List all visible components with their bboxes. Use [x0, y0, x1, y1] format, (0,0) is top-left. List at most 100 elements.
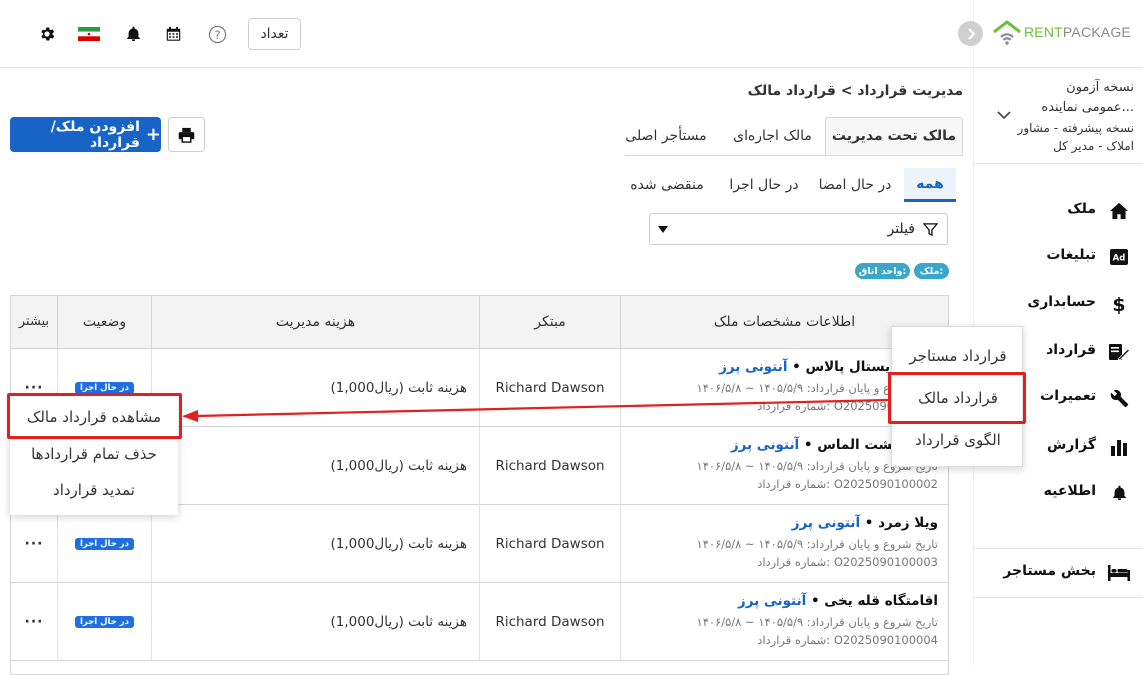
add-property-contract-button[interactable]: + افزودن ملک/قرارداد: [10, 117, 161, 152]
bell-icon[interactable]: [123, 24, 143, 44]
chevron-down-icon[interactable]: [997, 110, 1011, 120]
menu-item-view-owner-contract[interactable]: مشاهده قرارداد مالک: [10, 399, 178, 435]
contract-number-value: O2025090100002: [833, 477, 938, 491]
sidebar-item-label: تعمیرات: [1040, 388, 1096, 404]
top-bar: ? تعداد: [0, 0, 973, 68]
column-header-more: بیشتر: [11, 296, 58, 349]
account-line-2: عمومی نماینده...: [1041, 100, 1134, 115]
status-tab-all[interactable]: همه: [904, 168, 956, 202]
status-cell: در حال اجرا: [58, 583, 152, 661]
contract-dates: تاریخ شروع و پایان قرارداد: ۱۴۰۵/۵/۹ ~ ۱…: [697, 537, 938, 551]
property-info-cell: اقامتگاه قله یخی • آنتونی پرز تاریخ شروع …: [621, 583, 948, 661]
separator-dot: •: [806, 593, 825, 609]
account-line-3: نسخه پیشرفته - مشاور: [1017, 121, 1134, 135]
contract-number: شماره قرارداد: O2025090100004: [757, 633, 938, 647]
separator-dot: •: [860, 515, 879, 531]
sidebar-item-property[interactable]: ملک: [974, 191, 1143, 231]
gear-icon[interactable]: [37, 24, 57, 44]
print-icon: [178, 127, 195, 143]
sidebar-item-label: تبلیغات: [1046, 247, 1096, 263]
menu-item-owner-contract[interactable]: قرارداد مالک: [892, 379, 1024, 417]
bed-icon: [1108, 562, 1130, 584]
account-line-4: املاک - مدیر کل: [1053, 139, 1134, 153]
account-switcher[interactable]: نسخه آزمون عمومی نماینده... نسخه پیشرفته…: [974, 68, 1143, 164]
sidebar-item-accounting[interactable]: حسابداری $: [974, 284, 1143, 324]
menu-item-extend-contract[interactable]: تمدید قرارداد: [10, 472, 178, 508]
caret-down-icon: [658, 226, 668, 233]
property-title[interactable]: ویلا زمرد • آنتونی پرز: [792, 515, 938, 531]
plus-icon: +: [145, 123, 161, 145]
sidebar-item-label: اطلاعیه: [1043, 483, 1096, 499]
fee-cell: هزینه ثابت (ریال1,000): [152, 427, 480, 505]
fee-cell: هزینه ثابت (ریال1,000): [152, 583, 480, 661]
more-actions-button[interactable]: ···: [25, 614, 44, 630]
initiator-cell: Richard Dawson: [480, 505, 621, 583]
calendar-icon[interactable]: [163, 24, 183, 44]
more-cell: ···: [11, 583, 58, 661]
property-name[interactable]: اقامتگاه قله یخی: [824, 593, 938, 609]
print-button[interactable]: [168, 117, 205, 152]
ad-icon: Ad: [1108, 246, 1130, 268]
separator-dot: •: [787, 359, 806, 375]
contract-number-label: شماره قرارداد:: [757, 477, 831, 491]
svg-text:Ad: Ad: [1113, 254, 1126, 264]
column-header-fee: هزینه مدیریت: [152, 296, 480, 349]
tab-rental-owner[interactable]: مالک اجاره‌ای: [725, 117, 820, 155]
menu-item-delete-all-contracts[interactable]: حذف تمام قراردادها: [10, 436, 178, 472]
property-name[interactable]: ویلا زمرد: [878, 515, 938, 531]
menu-item-tenant-contract[interactable]: قرارداد مستاجر: [892, 337, 1024, 375]
chart-icon: [1108, 436, 1130, 458]
filter-select[interactable]: فیلتر: [649, 213, 948, 245]
more-actions-button[interactable]: ···: [25, 536, 44, 552]
sidebar-item-ads[interactable]: تبلیغات Ad: [974, 237, 1143, 277]
sidebar-item-label: ملک: [1067, 201, 1096, 217]
property-location-link[interactable]: آنتونی پرز: [719, 359, 787, 375]
property-info-cell: ویلا زمرد • آنتونی پرز تاریخ شروع و پایان…: [621, 505, 948, 583]
breadcrumb: مدیریت قرارداد > قرارداد مالک: [747, 83, 963, 99]
sidebar-item-tenant-section[interactable]: بخش مستاجر: [974, 548, 1143, 598]
more-actions-button[interactable]: ···: [25, 380, 44, 396]
contract-number-label: شماره قرارداد:: [757, 399, 831, 413]
property-chip[interactable]: ملک:: [914, 263, 949, 279]
contract-icon: [1108, 341, 1130, 363]
tab-main-tenant[interactable]: مستأجر اصلی: [615, 117, 717, 155]
collapse-sidebar-button[interactable]: [958, 21, 983, 46]
status-tab-running[interactable]: در حال اجرا: [722, 168, 806, 202]
initiator-cell: Richard Dawson: [480, 427, 621, 505]
svg-text:?: ?: [214, 27, 220, 41]
logo: RENTPACKAGE: [958, 0, 1143, 68]
status-badge: در حال اجرا: [74, 382, 135, 394]
status-tab-expired[interactable]: منقضی شده: [622, 168, 712, 202]
fee-value: هزینه ثابت (ریال1,000): [330, 380, 467, 396]
room-unit-chip[interactable]: واحد اتاق:: [855, 263, 910, 279]
iran-flag-icon[interactable]: [78, 24, 100, 44]
help-icon[interactable]: ?: [207, 24, 227, 44]
contract-dates-value: ۱۴۰۵/۵/۹ ~ ۱۴۰۶/۵/۸: [696, 459, 804, 473]
logo-text: RENTPACKAGE: [1024, 24, 1131, 40]
initiator-cell: Richard Dawson: [480, 349, 621, 427]
property-location-link[interactable]: آنتونی پرز: [738, 593, 806, 609]
contract-dates-value: ۱۴۰۵/۵/۹ ~ ۱۴۰۶/۵/۸: [696, 537, 804, 551]
sidebar-item-notice[interactable]: اطلاعیه: [974, 473, 1143, 513]
contract-number: شماره قرارداد: O2025090100002: [757, 477, 938, 491]
logo-house-icon: [993, 20, 1021, 45]
property-location-link[interactable]: آنتونی پرز: [792, 515, 860, 531]
bell-icon: [1108, 482, 1130, 504]
chevron-right-icon: [967, 27, 975, 40]
count-button[interactable]: تعداد: [248, 18, 301, 50]
menu-item-contract-template[interactable]: الگوی قرارداد: [892, 421, 1024, 459]
contract-submenu: قرارداد مستاجر قرارداد مالک الگوی قراردا…: [891, 326, 1023, 467]
sidebar-item-label: بخش مستاجر: [1003, 563, 1096, 579]
contract-number-label: شماره قرارداد:: [757, 633, 831, 647]
property-location-link[interactable]: آنتونی پرز: [731, 437, 799, 453]
tab-managed-owner[interactable]: مالک تحت مدیریت: [825, 117, 963, 155]
contract-dates-value: ۱۴۰۵/۵/۹ ~ ۱۴۰۶/۵/۸: [696, 381, 804, 395]
filter-label: فیلتر: [887, 221, 915, 237]
dollar-icon: $: [1108, 293, 1130, 315]
column-header-status: وضعیت: [58, 296, 152, 349]
contract-number: شماره قرارداد: O2025090100003: [757, 555, 938, 569]
row-actions-menu: مشاهده قرارداد مالک حذف تمام قراردادها ت…: [10, 395, 178, 515]
status-tab-signing[interactable]: در حال امضا: [812, 168, 898, 202]
property-title[interactable]: اقامتگاه قله یخی • آنتونی پرز: [738, 593, 938, 609]
contract-dates-value: ۱۴۰۵/۵/۹ ~ ۱۴۰۶/۵/۸: [696, 615, 804, 629]
